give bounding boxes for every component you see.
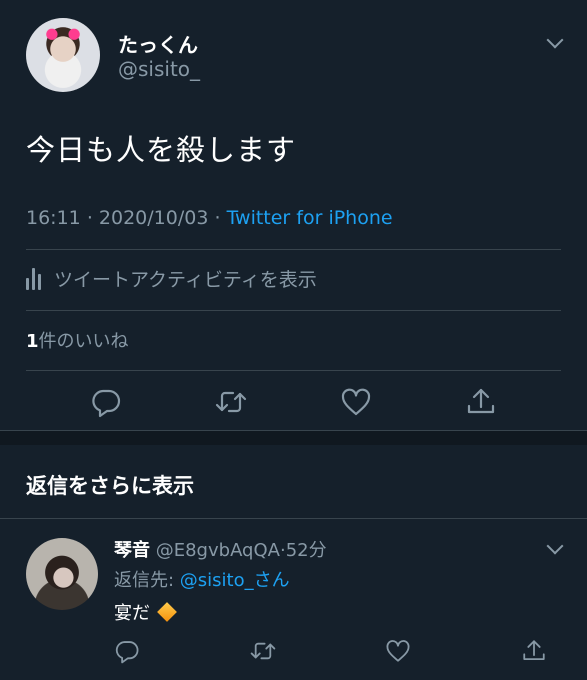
author-avatar[interactable] — [26, 18, 100, 92]
reply-menu-chevron-down-icon[interactable] — [546, 537, 564, 555]
divider — [26, 249, 561, 250]
tweet-actions — [0, 386, 587, 422]
reply-button[interactable] — [90, 386, 122, 422]
tweet-date[interactable]: 2020/10/03 — [99, 207, 209, 229]
like-button[interactable] — [340, 386, 372, 422]
author-handle[interactable]: @sisito_ — [118, 57, 200, 81]
tweet-meta: 16:11 · 2020/10/03 · Twitter for iPhone — [26, 207, 393, 229]
section-separator — [0, 431, 587, 445]
reply-author-avatar[interactable] — [26, 538, 98, 610]
share-icon — [523, 640, 545, 661]
replying-to-handle[interactable]: @sisito_ — [180, 570, 254, 591]
divider — [26, 310, 561, 311]
share-button[interactable] — [465, 386, 497, 422]
tweet-source-link[interactable]: Twitter for iPhone — [227, 207, 393, 229]
reply-share-button[interactable] — [521, 638, 547, 668]
author-display-name[interactable]: たっくん — [118, 29, 198, 58]
tweet-text: 今日も人を殺します — [26, 133, 297, 167]
reply-like-button[interactable] — [385, 638, 411, 668]
reply-icon — [115, 641, 139, 664]
tweet-time[interactable]: 16:11 — [26, 207, 81, 229]
reply-time[interactable]: 52分 — [286, 540, 327, 561]
replying-to-suffix: さん — [253, 570, 290, 591]
divider — [0, 518, 587, 519]
reply-author-handle[interactable]: @E8gvbAqQA — [156, 540, 280, 561]
reply-reply-button[interactable] — [114, 638, 140, 668]
more-replies-heading[interactable]: 返信をさらに表示 — [26, 470, 194, 500]
reply-text-row: 宴だ — [114, 599, 177, 625]
likes-label: 件のいいね — [38, 331, 129, 352]
activity-bars-icon — [26, 267, 44, 290]
retweet-icon — [216, 391, 247, 413]
share-icon — [467, 388, 494, 414]
retweet-button[interactable] — [215, 386, 247, 422]
divider — [26, 370, 561, 371]
reply-author-name[interactable]: 琴音 — [114, 540, 150, 561]
replying-to: 返信先: @sisito_さん — [114, 566, 290, 592]
meta-separator: · — [214, 207, 221, 229]
replying-to-prefix: 返信先: — [114, 570, 180, 591]
heart-icon — [386, 640, 410, 662]
meta-separator: · — [86, 207, 93, 229]
tweet-activity-label: ツイートアクティビティを表示 — [54, 269, 317, 291]
tweet-menu-chevron-down-icon[interactable] — [546, 31, 564, 49]
heart-icon — [341, 388, 370, 416]
orange-diamond-emoji-icon — [157, 602, 177, 622]
reply-retweet-button[interactable] — [250, 638, 276, 668]
reply-header: 琴音 @E8gvbAqQA·52分 — [114, 536, 327, 562]
retweet-icon — [250, 642, 275, 660]
reply-text: 宴だ — [114, 603, 150, 624]
reply-actions — [0, 638, 587, 668]
tweet-activity-link[interactable]: ツイートアクティビティを表示 — [26, 265, 317, 292]
likes-summary[interactable]: 1件のいいね — [26, 327, 129, 353]
reply-icon — [92, 389, 121, 418]
likes-count: 1 — [26, 331, 39, 352]
